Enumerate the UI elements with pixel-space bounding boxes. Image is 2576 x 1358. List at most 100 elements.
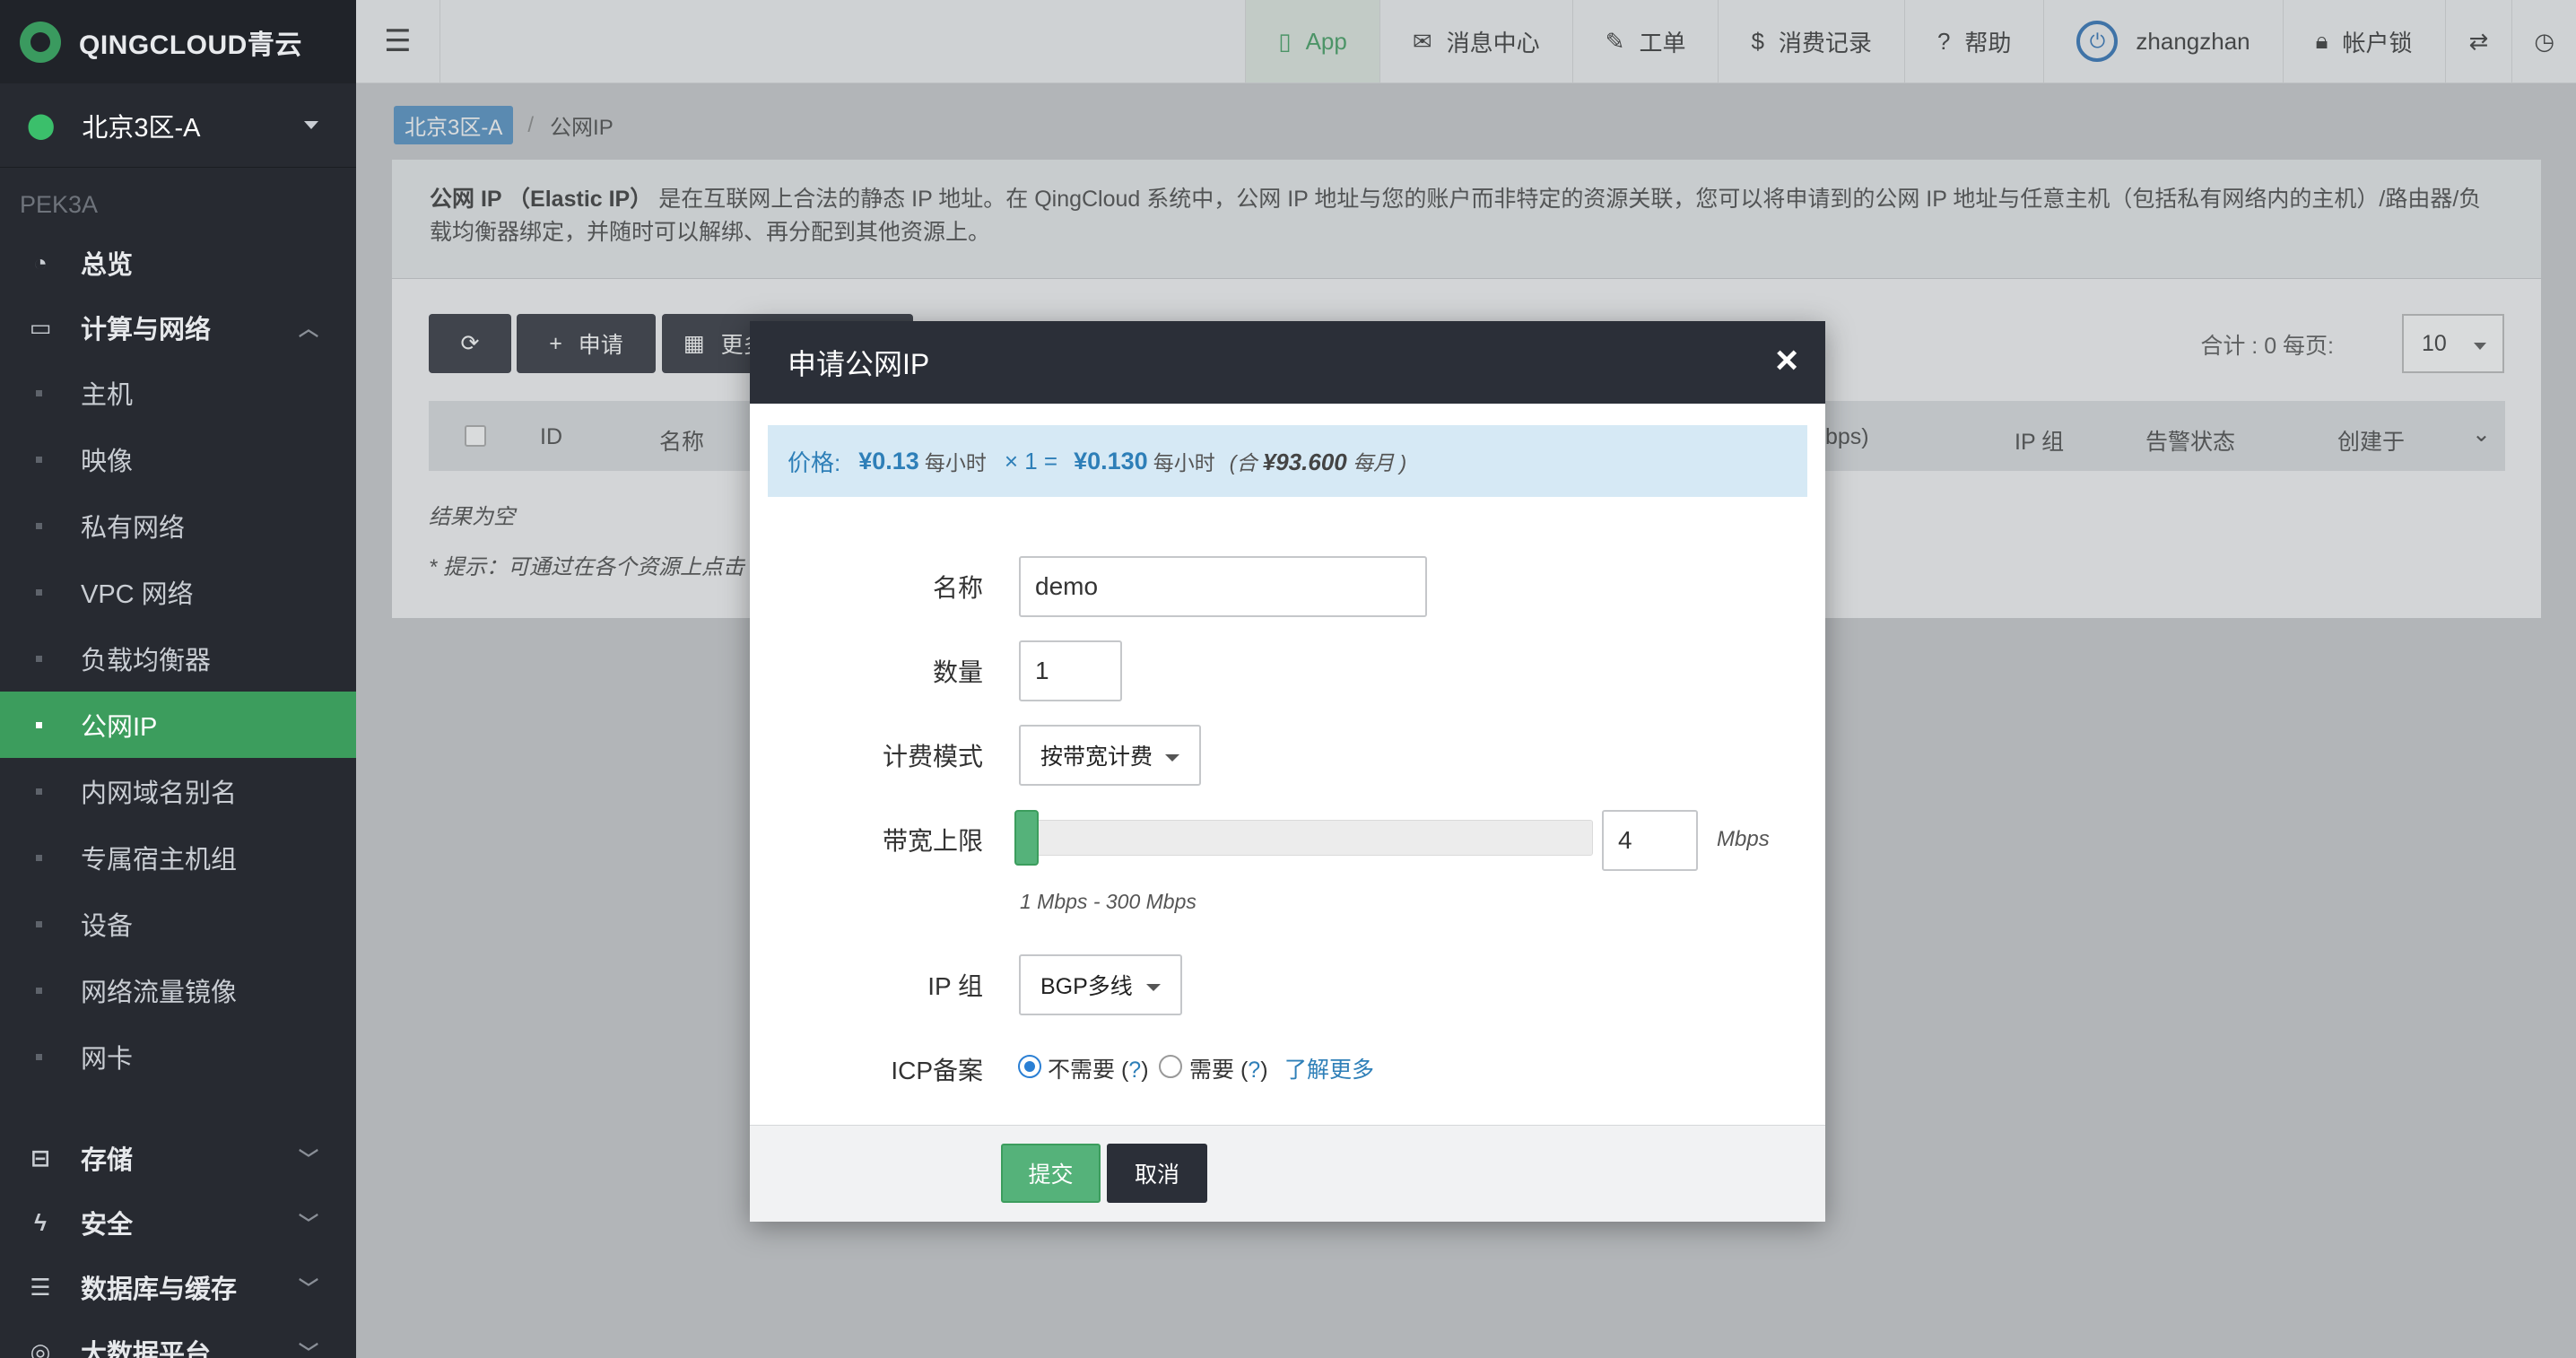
logo-text: QINGCLOUD青云 [79, 30, 302, 60]
icp-yes-help[interactable]: ? [1248, 1058, 1260, 1083]
sidebar: QINGCLOUD青云 ⬤ 北京3区-A PEK3A ◔ 总览 ▭ 计算与网络 … [0, 0, 356, 1358]
location-pin-icon: ⬤ [27, 111, 56, 139]
bullet-icon [36, 1053, 42, 1060]
monthly-value: ¥93.600 [1262, 448, 1347, 475]
bandwidth-slider-track[interactable] [1014, 820, 1593, 856]
count-label: 数量 [932, 658, 983, 686]
sidebar-item-label: 主机 [81, 381, 134, 410]
bullet-icon [36, 655, 42, 662]
icp-no-text: 不需要 ( [1048, 1058, 1129, 1083]
region-name: 北京3区-A [82, 113, 201, 143]
total-price: ¥0.130 [1074, 447, 1148, 474]
region-selector[interactable]: ⬤ 北京3区-A [0, 83, 356, 168]
sidebar-item-eips[interactable]: 公网IP [0, 692, 356, 758]
bigdata-icon: ◎ [30, 1337, 51, 1358]
submit-button[interactable]: 提交 [1001, 1144, 1101, 1203]
chevron-up-icon: ︿ [298, 318, 318, 340]
database-icon: ☰ [30, 1273, 51, 1301]
bullet-icon [36, 920, 42, 927]
billing-mode-select[interactable]: 按带宽计费 [1019, 725, 1201, 786]
total-price-period: 每小时 [1153, 451, 1215, 474]
bandwidth-input[interactable]: 4 [1602, 810, 1698, 871]
nav-overview[interactable]: ◔ 总览 [0, 231, 356, 295]
sidebar-item-label: 网络流量镜像 [81, 979, 238, 1007]
chevron-down-icon: ﹀ [298, 1148, 318, 1171]
sidebar-item-label: 公网IP [81, 713, 158, 742]
icp-yes-text: 需要 ( [1189, 1058, 1249, 1083]
bullet-icon [36, 389, 42, 396]
nav-database[interactable]: ☰ 数据库与缓存 ﹀ [0, 1255, 356, 1319]
sidebar-item-devices[interactable]: 设备 [0, 891, 356, 957]
count-input[interactable]: 1 [1019, 640, 1122, 701]
caret-down-icon [304, 121, 318, 129]
sidebar-item-dedicated-hosts[interactable]: 专属宿主机组 [0, 824, 356, 891]
bolt-icon: ϟ [34, 1208, 47, 1236]
qingcloud-logo-icon [20, 21, 61, 63]
sidebar-item-label: 私有网络 [81, 514, 186, 543]
nav-security-label: 安全 [81, 1211, 134, 1240]
icp-not-required-radio[interactable] [1018, 1055, 1041, 1078]
icp-yes-paren: ) [1260, 1058, 1268, 1083]
icp-required-label[interactable]: 需要 (?) [1189, 1052, 1268, 1084]
zone-code: PEK3A [20, 191, 99, 218]
nav-bigdata[interactable]: ◎ 大数据平台 ﹀ [0, 1319, 356, 1358]
nav-database-label: 数据库与缓存 [81, 1275, 238, 1304]
sidebar-item-label: 负载均衡器 [81, 647, 212, 675]
bullet-icon [36, 588, 42, 596]
bandwidth-range-note: 1 Mbps - 300 Mbps [1020, 890, 1197, 913]
sidebar-item-images[interactable]: 映像 [0, 426, 356, 492]
sidebar-item-vxnets[interactable]: 私有网络 [0, 492, 356, 559]
dialog-footer: 提交 取消 [750, 1125, 1825, 1222]
price-summary: 价格: ¥0.13 每小时 × 1 = ¥0.130 每小时 (合 ¥93.60… [768, 425, 1807, 497]
sidebar-item-dns-aliases[interactable]: 内网域名别名 [0, 758, 356, 824]
cancel-button[interactable]: 取消 [1107, 1144, 1207, 1203]
price-label: 价格: [788, 448, 841, 476]
bandwidth-slider-handle[interactable] [1014, 810, 1039, 866]
sidebar-item-label: 网卡 [81, 1045, 134, 1074]
bullet-icon [36, 987, 42, 994]
sidebar-item-label: 映像 [81, 448, 134, 476]
ip-group-select[interactable]: BGP多线 [1019, 954, 1182, 1015]
bullet-icon [36, 522, 42, 529]
nav-overview-label: 总览 [81, 251, 134, 280]
sidebar-item-traffic-mirror[interactable]: 网络流量镜像 [0, 957, 356, 1023]
bandwidth-unit: Mbps [1717, 827, 1770, 851]
bullet-icon [36, 456, 42, 463]
nav-storage-label: 存储 [81, 1146, 134, 1175]
price-multiplier: × 1 = [1004, 447, 1058, 474]
icp-label: ICP备案 [891, 1057, 983, 1084]
bullet-icon [36, 721, 42, 728]
nav-compute-network[interactable]: ▭ 计算与网络 ︿ [0, 295, 356, 360]
bandwidth-label: 带宽上限 [882, 827, 983, 855]
chevron-down-icon: ﹀ [298, 1277, 318, 1300]
logo[interactable]: QINGCLOUD青云 [0, 0, 356, 83]
sidebar-item-instances[interactable]: 主机 [0, 360, 356, 426]
close-icon[interactable]: × [1775, 341, 1798, 380]
ip-group-label: IP 组 [927, 972, 983, 1000]
nav-compute-label: 计算与网络 [81, 316, 212, 344]
nav-bigdata-label: 大数据平台 [81, 1340, 212, 1358]
caret-down-icon [1146, 984, 1161, 991]
name-label: 名称 [932, 574, 983, 602]
unit-price: ¥0.13 [858, 447, 919, 474]
sidebar-item-loadbalancers[interactable]: 负载均衡器 [0, 625, 356, 692]
storage-icon: ⊟ [30, 1144, 50, 1171]
sidebar-item-label: 内网域名别名 [81, 779, 238, 808]
bullet-icon [36, 854, 42, 861]
billing-mode-label: 计费模式 [882, 743, 983, 770]
icp-required-radio[interactable] [1159, 1055, 1182, 1078]
sidebar-item-nics[interactable]: 网卡 [0, 1023, 356, 1090]
sidebar-item-label: VPC 网络 [81, 580, 194, 609]
icp-no-help[interactable]: ? [1128, 1058, 1141, 1083]
sidebar-item-label: 专属宿主机组 [81, 846, 238, 875]
nav-storage[interactable]: ⊟ 存储 ﹀ [0, 1126, 356, 1190]
learn-more-link[interactable]: 了解更多 [1284, 1052, 1374, 1084]
apply-eip-dialog: 申请公网IP × 价格: ¥0.13 每小时 × 1 = ¥0.130 每小时 … [750, 321, 1825, 1222]
sidebar-item-vpc[interactable]: VPC 网络 [0, 559, 356, 625]
icp-not-required-label[interactable]: 不需要 (?) [1048, 1052, 1149, 1084]
monthly-suffix: 每月 ) [1353, 451, 1407, 474]
name-input[interactable]: demo [1019, 556, 1427, 617]
caret-down-icon [1165, 754, 1179, 762]
ip-group-value: BGP多线 [1040, 974, 1133, 999]
nav-security[interactable]: ϟ 安全 ﹀ [0, 1190, 356, 1255]
